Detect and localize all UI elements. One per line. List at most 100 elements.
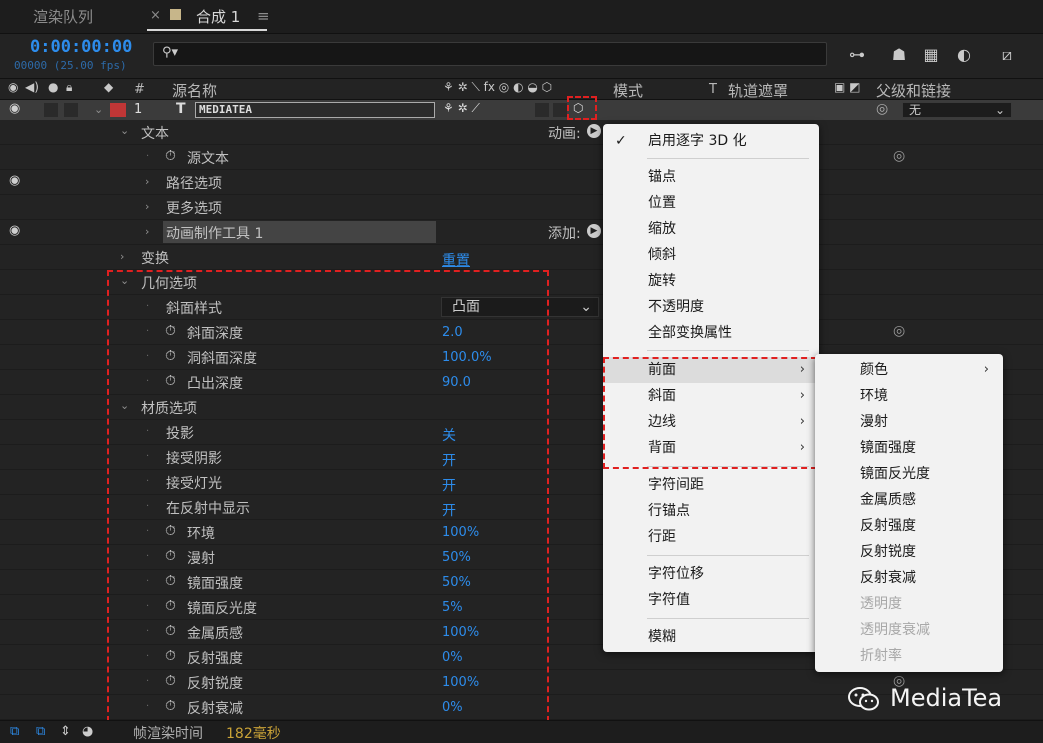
tab-render-queue[interactable]: 渲染队列 [33, 6, 93, 27]
pick-whip-icon[interactable]: ◎ [893, 323, 905, 339]
menu-separator [647, 555, 809, 556]
chevron-down-icon: ⌄ [994, 103, 1005, 117]
prop-more-options[interactable]: 更多选项 [166, 198, 222, 218]
composition-mini-flowchart-icon[interactable]: ⧉ [10, 724, 19, 739]
render-time-icon[interactable]: ◕ [82, 724, 93, 739]
highlight-geometry-material-box [107, 270, 549, 722]
menu-item-position[interactable]: 位置 [603, 190, 819, 216]
layer-color-label[interactable] [110, 103, 126, 117]
menu-item-per-character-3d[interactable]: ✓ 启用逐字 3D 化 [603, 128, 819, 154]
menu-item-anchor-point[interactable]: 锚点 [603, 164, 819, 190]
property-row [0, 195, 1043, 220]
submenu-item-reflection-rolloff[interactable]: 反射衰减 [815, 565, 1003, 591]
collapse-arrow-icon[interactable]: › [145, 225, 149, 238]
prop-path-options[interactable]: 路径选项 [166, 173, 222, 193]
expand-layer-arrow-icon[interactable]: ⌄ [94, 103, 103, 116]
audio-icon[interactable]: ◀) [25, 80, 39, 94]
layer-name-field[interactable]: MEDIATEA [195, 102, 435, 118]
prop-transform[interactable]: 变换 [141, 248, 169, 268]
highlight-material-submenus-box [603, 357, 817, 469]
column-parent[interactable]: 父级和链接 [876, 80, 951, 101]
menu-separator [647, 618, 809, 619]
frame-render-time-value: 182毫秒 [226, 726, 281, 742]
menu-item-all-transform[interactable]: 全部变换属性 [603, 320, 819, 346]
column-track-matte[interactable]: 轨道遮罩 [728, 80, 788, 101]
matte-switch-icons: ▣ ◩ [834, 80, 861, 94]
menu-item-line-anchor[interactable]: 行锚点 [603, 498, 819, 524]
submenu-item-diffuse[interactable]: 漫射 [815, 409, 1003, 435]
layer-switch-box[interactable] [553, 103, 567, 117]
submenu-item-reflection-sharpness[interactable]: 反射锐度 [815, 539, 1003, 565]
composition-flowchart-icon[interactable]: ⊶ [846, 44, 868, 66]
active-tab-indicator [147, 29, 267, 31]
submenu-item-specular-shininess[interactable]: 镜面反光度 [815, 461, 1003, 487]
eye-icon[interactable]: ◉ [9, 101, 20, 116]
menu-item-tracking[interactable]: 字符间距 [603, 472, 819, 498]
column-source-name[interactable]: 源名称 [172, 80, 217, 101]
menu-item-skew[interactable]: 倾斜 [603, 242, 819, 268]
menu-item-character-offset[interactable]: 字符位移 [603, 561, 819, 587]
label-tag-icon[interactable]: ◆ [104, 80, 113, 94]
collapse-arrow-icon[interactable]: › [120, 250, 124, 263]
property-row [0, 145, 1043, 170]
eye-icon[interactable]: ◉ [9, 173, 20, 188]
tab-composition-1[interactable]: 合成 1 [196, 6, 240, 27]
current-time-display[interactable]: 0:00:00:00 [30, 37, 132, 57]
stopwatch-icon[interactable]: ⏱ [165, 148, 176, 164]
add-label: 添加: [548, 226, 581, 242]
layer-switches-icon[interactable]: ⚘ ✲ ⟋ [443, 101, 480, 116]
submenu-item-color[interactable]: 颜色 › [815, 357, 1003, 383]
frame-blending-icon[interactable]: ▦ [920, 44, 942, 66]
menu-item-scale[interactable]: 缩放 [603, 216, 819, 242]
add-menu-button[interactable]: ▶ [587, 224, 601, 238]
animate-label: 动画: [548, 126, 581, 142]
lock-icon[interactable]: 🔒︎ [66, 80, 72, 95]
text-layer-icon: T [176, 101, 186, 117]
layer-number: 1 [134, 102, 143, 117]
parent-dropdown[interactable]: 无 ⌄ [902, 102, 1012, 118]
search-icon: ⚲▾ [162, 45, 179, 60]
collapse-arrow-icon[interactable]: › [145, 175, 149, 188]
expand-arrow-icon[interactable]: ⌄ [120, 124, 129, 137]
graph-editor-icon[interactable]: ⧄ [996, 44, 1018, 66]
parent-value: 无 [909, 103, 922, 117]
menu-item-rotation[interactable]: 旋转 [603, 268, 819, 294]
submenu-item-metal[interactable]: 金属质感 [815, 487, 1003, 513]
prop-text-group[interactable]: 文本 [141, 123, 169, 143]
eye-icon[interactable]: ◉ [9, 223, 20, 238]
shy-layers-icon[interactable]: ☗ [888, 44, 910, 66]
motion-blur-icon[interactable]: ◐ [953, 44, 975, 66]
submenu-item-specular-intensity[interactable]: 镜面强度 [815, 435, 1003, 461]
wechat-logo-icon [848, 687, 879, 711]
column-mode[interactable]: 模式 [613, 80, 643, 101]
transfer-controls-icon[interactable]: ⇕ [60, 724, 71, 739]
collapse-arrow-icon[interactable]: › [145, 200, 149, 213]
menu-item-character-value[interactable]: 字符值 [603, 587, 819, 613]
chevron-down-icon: ⌄ [580, 299, 592, 315]
reset-link[interactable]: 重置 [442, 250, 470, 270]
watermark-text: MediaTea [890, 684, 1003, 712]
composition-icon [170, 9, 181, 20]
video-visibility-icon[interactable]: ◉ [8, 80, 18, 94]
submenu-item-index-of-refraction: 折射率 [860, 648, 902, 664]
panel-menu-icon[interactable]: ≡ [257, 7, 270, 25]
submenu-item-transparency: 透明度 [860, 596, 902, 612]
tree-dot: · [146, 151, 150, 162]
search-input[interactable]: ⚲▾ [153, 42, 827, 66]
lock-checkbox[interactable] [64, 103, 78, 117]
pick-whip-icon[interactable]: ◎ [893, 148, 905, 164]
menu-item-blur[interactable]: 模糊 [603, 624, 819, 650]
solo-icon[interactable]: ● [48, 80, 58, 94]
menu-item-opacity[interactable]: 不透明度 [603, 294, 819, 320]
pick-whip-icon[interactable]: ◎ [876, 101, 888, 117]
layer-switches-toggle-icon[interactable]: ⧉ [36, 724, 45, 739]
layer-switch-box[interactable] [535, 103, 549, 117]
menu-item-line-spacing[interactable]: 行距 [603, 524, 819, 550]
prop-source-text[interactable]: 源文本 [187, 148, 229, 168]
close-tab-icon[interactable]: × [150, 8, 161, 23]
submenu-item-reflection-intensity[interactable]: 反射强度 [815, 513, 1003, 539]
animate-menu-button[interactable]: ▶ [587, 124, 601, 138]
submenu-item-ambient[interactable]: 环境 [815, 383, 1003, 409]
prop-animator-1[interactable]: 动画制作工具 1 [166, 223, 263, 243]
solo-checkbox[interactable] [44, 103, 58, 117]
